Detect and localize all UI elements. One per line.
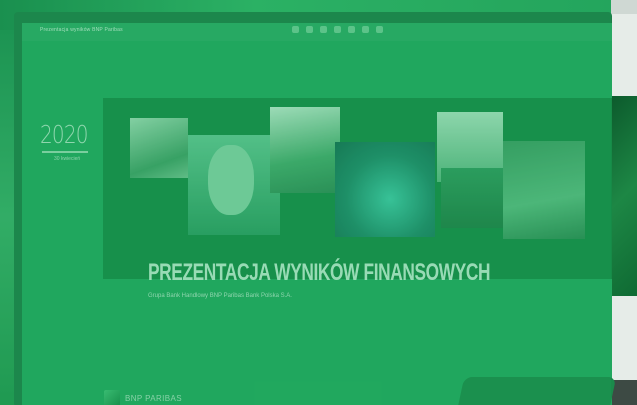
background-right-strip (611, 0, 637, 405)
fullscreen-icon[interactable] (348, 26, 355, 33)
next-icon[interactable] (320, 26, 327, 33)
photo-woman-laptop (130, 118, 188, 178)
logo-mark-icon (104, 390, 120, 405)
foreground-object (455, 377, 617, 405)
settings-icon[interactable] (362, 26, 369, 33)
background-panel (611, 96, 637, 296)
logo-text: BNP PARIBAS (125, 393, 183, 403)
photo-digital-hand (335, 142, 435, 237)
presentation-screen: Prezentacja wyników BNP Paribas 2020 30 … (22, 23, 612, 405)
prev-icon[interactable] (292, 26, 299, 33)
year-divider (42, 151, 88, 153)
deck-title: Prezentacja wyników BNP Paribas (40, 27, 123, 33)
slideshow-toolbar: Prezentacja wyników BNP Paribas (22, 23, 612, 41)
photo-green-tile (441, 168, 503, 228)
photo-woman-portrait (188, 135, 280, 235)
photo-woman-phone (270, 107, 340, 193)
scene: Prezentacja wyników BNP Paribas 2020 30 … (0, 0, 637, 405)
close-icon[interactable] (376, 26, 383, 33)
slide-headline: PREZENTACJA WYNIKÓW FINANSOWYCH (148, 259, 491, 286)
toolbar-controls (292, 26, 383, 33)
photo-banner (103, 98, 612, 279)
photo-woman-smartphone (503, 141, 585, 239)
pause-icon[interactable] (306, 26, 313, 33)
pointer-icon[interactable] (334, 26, 341, 33)
date-label: 30 kwiecień (54, 156, 81, 162)
year-block: 2020 30 kwiecień (40, 120, 110, 162)
bnp-paribas-logo: BNP PARIBAS (104, 390, 182, 405)
slide-subheadline: Grupa Bank Handlowy BNP Paribas Bank Pol… (148, 293, 292, 299)
year-label: 2020 (40, 120, 88, 149)
